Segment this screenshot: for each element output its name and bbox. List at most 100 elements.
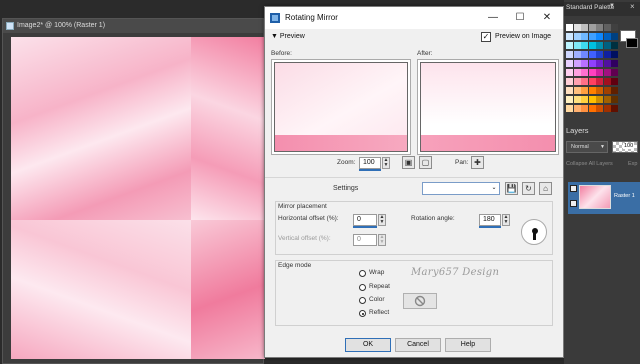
before-preview[interactable]	[271, 59, 411, 155]
palette-swatch[interactable]	[596, 24, 603, 31]
palette-swatch[interactable]	[573, 78, 581, 85]
palette-swatch[interactable]	[588, 51, 596, 58]
rotation-dial[interactable]	[521, 219, 547, 245]
palette-swatch[interactable]	[588, 96, 596, 103]
palette-swatch[interactable]	[566, 78, 573, 85]
palette-swatch[interactable]	[588, 105, 596, 112]
dialog-titlebar[interactable]: Rotating Mirror — ☐ ✕	[265, 7, 563, 29]
palette-swatch[interactable]	[581, 69, 588, 76]
palette-swatch[interactable]	[566, 69, 573, 76]
layer-row-raster1[interactable]: Raster 1	[568, 182, 640, 214]
palette-swatch[interactable]	[581, 96, 588, 103]
palette-swatch[interactable]	[611, 69, 618, 76]
visibility-eye-icon[interactable]	[570, 185, 577, 192]
palette-swatch[interactable]	[581, 60, 588, 67]
h-offset-input[interactable]: 0	[353, 214, 377, 226]
palette-swatch[interactable]	[566, 60, 573, 67]
ok-button[interactable]: OK	[345, 338, 391, 352]
palette-swatch[interactable]	[573, 60, 581, 67]
zoom-spinner[interactable]: ▲ ▼	[382, 157, 390, 169]
palette-swatch[interactable]	[573, 51, 581, 58]
palette-swatch[interactable]	[588, 24, 596, 31]
palette-swatch[interactable]	[573, 96, 581, 103]
palette-swatch[interactable]	[581, 24, 588, 31]
palette-swatch[interactable]	[588, 87, 596, 94]
palette-swatch[interactable]	[603, 78, 611, 85]
palette-swatch[interactable]	[603, 105, 611, 112]
palette-swatch[interactable]	[611, 87, 618, 94]
palette-close-icon[interactable]: ×	[630, 2, 635, 11]
palette-swatch[interactable]	[596, 105, 603, 112]
save-preset-button[interactable]: 💾	[505, 182, 518, 195]
blend-mode-dropdown[interactable]: Normal ▼	[566, 141, 608, 153]
palette-swatch[interactable]	[596, 87, 603, 94]
palette-swatch[interactable]	[603, 87, 611, 94]
palette-swatch[interactable]	[596, 51, 603, 58]
palette-swatch[interactable]	[603, 60, 611, 67]
palette-swatch[interactable]	[603, 33, 611, 40]
after-preview[interactable]	[417, 59, 559, 155]
palette-swatch[interactable]	[573, 24, 581, 31]
palette-swatch[interactable]	[611, 96, 618, 103]
palette-swatch[interactable]	[581, 105, 588, 112]
palette-swatch[interactable]	[566, 87, 573, 94]
palette-swatch[interactable]	[588, 60, 596, 67]
pan-button[interactable]: ✚	[471, 156, 484, 169]
palette-swatch[interactable]	[611, 105, 618, 112]
palette-swatch[interactable]	[596, 69, 603, 76]
palette-swatch[interactable]	[566, 24, 573, 31]
palette-swatch[interactable]	[603, 69, 611, 76]
reflect-radio[interactable]	[359, 310, 366, 317]
palette-swatch[interactable]	[588, 42, 596, 49]
palette-swatch[interactable]	[611, 24, 618, 31]
color-radio[interactable]	[359, 297, 366, 304]
settings-dropdown[interactable]: ⌄	[422, 182, 500, 195]
palette-swatch[interactable]	[588, 33, 596, 40]
close-icon[interactable]: ✕	[535, 7, 559, 29]
palette-swatch[interactable]	[573, 87, 581, 94]
palette-swatch[interactable]	[566, 33, 573, 40]
preview-on-image-checkbox[interactable]: ✓	[481, 32, 491, 42]
minimize-icon[interactable]: —	[481, 7, 505, 29]
randomize-button[interactable]: ⌂	[539, 182, 552, 195]
expand-layers[interactable]: Exp	[628, 161, 637, 167]
palette-swatch[interactable]	[596, 78, 603, 85]
palette-swatch[interactable]	[588, 78, 596, 85]
preview-toggle[interactable]: ▼ Preview	[271, 33, 305, 40]
palette-swatch[interactable]	[573, 69, 581, 76]
palette-swatch[interactable]	[596, 60, 603, 67]
palette-swatch[interactable]	[596, 96, 603, 103]
wrap-radio[interactable]	[359, 270, 366, 277]
palette-swatch[interactable]	[611, 51, 618, 58]
cancel-button[interactable]: Cancel	[395, 338, 441, 352]
zoom-input[interactable]: 100	[359, 157, 381, 169]
reset-preset-button[interactable]: ↻	[522, 182, 535, 195]
palette-swatch[interactable]	[573, 33, 581, 40]
palette-swatch[interactable]	[581, 78, 588, 85]
maximize-icon[interactable]: ☐	[508, 7, 532, 29]
palette-swatch[interactable]	[566, 51, 573, 58]
palette-swatch[interactable]	[611, 60, 618, 67]
palette-swatch[interactable]	[603, 96, 611, 103]
rotation-spinner[interactable]: ▲ ▼	[502, 214, 510, 226]
palette-swatch[interactable]	[603, 24, 611, 31]
image-window-titlebar[interactable]: Image2* @ 100% (Raster 1)	[3, 19, 263, 33]
palette-swatch[interactable]	[596, 42, 603, 49]
palette-swatch[interactable]	[611, 42, 618, 49]
palette-swatch[interactable]	[573, 105, 581, 112]
palette-swatch[interactable]	[603, 51, 611, 58]
palette-swatch[interactable]	[603, 42, 611, 49]
palette-swatch[interactable]	[588, 69, 596, 76]
palette-swatch[interactable]	[581, 42, 588, 49]
help-button[interactable]: Help	[445, 338, 491, 352]
v-offset-input[interactable]: 0	[353, 234, 377, 246]
rotation-input[interactable]: 180	[479, 214, 501, 226]
palette-swatch[interactable]	[573, 42, 581, 49]
palette-swatch[interactable]	[611, 33, 618, 40]
collapse-all-layers[interactable]: Collapse All Layers	[566, 161, 613, 167]
edge-color-swatch[interactable]	[403, 293, 437, 309]
palette-dropdown-icon[interactable]: ▼	[609, 3, 615, 9]
image-canvas[interactable]	[11, 37, 265, 359]
v-offset-spinner[interactable]: ▲ ▼	[378, 234, 386, 246]
zoom-actual-button[interactable]: ▢	[419, 156, 432, 169]
